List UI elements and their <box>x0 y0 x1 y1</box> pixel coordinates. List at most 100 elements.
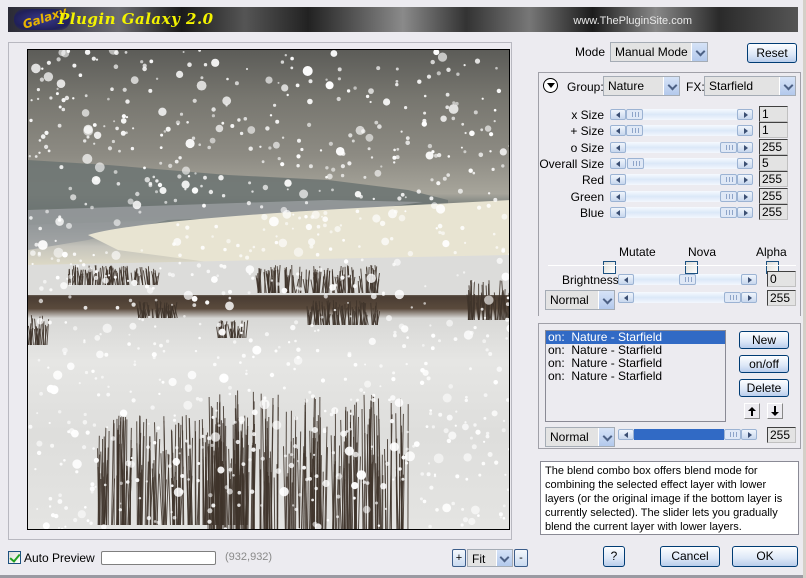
option-label[interactable]: Mutate <box>619 245 656 259</box>
slider-right-arrow-icon[interactable] <box>741 274 757 285</box>
slider-thumb[interactable] <box>720 191 737 202</box>
mode-select[interactable]: Manual Mode <box>610 42 708 62</box>
param-value[interactable]: 255 <box>759 139 788 155</box>
param-slider[interactable] <box>610 191 753 202</box>
slider-right-arrow-icon[interactable] <box>737 158 753 169</box>
cancel-button[interactable]: Cancel <box>660 546 720 567</box>
slider-thumb[interactable] <box>627 158 644 169</box>
slider-left-arrow-icon[interactable] <box>610 207 626 218</box>
help-button[interactable]: ? <box>603 546 625 567</box>
auto-preview-checkbox[interactable] <box>8 551 21 564</box>
chevron-down-icon[interactable] <box>691 43 707 61</box>
slider-fill <box>634 429 724 440</box>
divider <box>548 265 796 266</box>
zoom-select[interactable]: Fit <box>467 549 513 567</box>
auto-preview-label[interactable]: Auto Preview <box>24 551 95 565</box>
slider-left-arrow-icon[interactable] <box>618 292 634 303</box>
param-label: Blue <box>579 206 604 220</box>
group-label: Group: <box>567 80 604 94</box>
param-slider[interactable] <box>610 158 753 169</box>
chevron-down-icon[interactable] <box>598 291 614 309</box>
slider-right-arrow-icon[interactable] <box>737 191 753 202</box>
slider-right-arrow-icon[interactable] <box>741 429 757 440</box>
image-dimensions: (932,932) <box>225 551 273 563</box>
help-text: The blend combo box offers blend mode fo… <box>545 465 783 533</box>
grass-clumps <box>28 264 509 529</box>
brightness-value[interactable]: 0 <box>767 271 796 287</box>
zoom-out-button[interactable]: - <box>514 549 528 567</box>
brightness-slider[interactable] <box>618 274 757 285</box>
param-label: o Size <box>570 141 604 155</box>
chevron-down-icon[interactable] <box>598 428 614 446</box>
option-label[interactable]: Alpha <box>756 245 787 259</box>
param-value[interactable]: 255 <box>759 171 788 187</box>
reset-button[interactable]: Reset <box>747 43 797 63</box>
move-layer-up-icon[interactable] <box>744 403 760 419</box>
slider-right-arrow-icon[interactable] <box>737 207 753 218</box>
group-select[interactable]: Nature <box>603 76 680 96</box>
param-value[interactable]: 5 <box>759 155 788 171</box>
param-value[interactable]: 1 <box>759 122 788 138</box>
website-link[interactable]: www.ThePluginSite.com <box>573 15 692 27</box>
move-layer-down-icon[interactable] <box>767 403 783 419</box>
fx-label: FX: <box>686 80 705 94</box>
slider-thumb[interactable] <box>720 174 737 185</box>
chevron-down-icon[interactable] <box>496 550 512 566</box>
param-slider[interactable] <box>610 174 753 185</box>
slider-left-arrow-icon[interactable] <box>610 142 626 153</box>
slider-left-arrow-icon[interactable] <box>618 429 634 440</box>
param-label: Red <box>581 173 604 187</box>
delete-layer-button[interactable]: Delete <box>739 379 789 397</box>
fx-value: Starfield <box>709 79 754 93</box>
slider-right-arrow-icon[interactable] <box>737 125 753 136</box>
slider-left-arrow-icon[interactable] <box>618 274 634 285</box>
slider-thumb[interactable] <box>720 142 737 153</box>
preview-image[interactable] <box>27 49 510 530</box>
slider-left-arrow-icon[interactable] <box>610 125 626 136</box>
layer-blend-slider[interactable] <box>618 429 757 440</box>
effect-blend-value[interactable]: 255 <box>767 290 796 306</box>
param-value[interactable]: 255 <box>759 204 788 220</box>
param-slider[interactable] <box>610 207 753 218</box>
plugin-banner: Galaxy Plugin Galaxy 2.0 www.ThePluginSi… <box>8 7 798 32</box>
slider-thumb[interactable] <box>626 125 643 136</box>
slider-right-arrow-icon[interactable] <box>737 109 753 120</box>
chevron-down-icon[interactable] <box>663 77 679 95</box>
fx-select[interactable]: Starfield <box>704 76 796 96</box>
slider-right-arrow-icon[interactable] <box>741 292 757 303</box>
param-label: x Size <box>571 108 604 122</box>
slider-thumb[interactable] <box>720 207 737 218</box>
effect-blend-slider[interactable] <box>618 292 757 303</box>
help-text-box: The blend combo box offers blend mode fo… <box>540 461 799 535</box>
param-slider[interactable] <box>610 142 753 153</box>
slider-thumb[interactable] <box>724 292 741 303</box>
mode-label: Mode <box>575 45 606 59</box>
option-label[interactable]: Nova <box>688 245 716 259</box>
layer-item[interactable]: on: Nature - Starfield <box>546 370 725 383</box>
slider-left-arrow-icon[interactable] <box>610 109 626 120</box>
new-layer-button[interactable]: New <box>739 331 789 349</box>
slider-right-arrow-icon[interactable] <box>737 174 753 185</box>
param-slider[interactable] <box>610 109 753 120</box>
layer-blend-mode-select[interactable]: Normal <box>545 427 615 447</box>
zoom-in-button[interactable]: + <box>452 549 466 567</box>
slider-thumb[interactable] <box>724 429 741 440</box>
param-value[interactable]: 255 <box>759 188 788 204</box>
slider-right-arrow-icon[interactable] <box>737 142 753 153</box>
slider-left-arrow-icon[interactable] <box>610 174 626 185</box>
slider-thumb[interactable] <box>626 109 643 120</box>
param-slider[interactable] <box>610 125 753 136</box>
effect-blend-mode-select[interactable]: Normal <box>545 290 615 310</box>
layer-blend-value[interactable]: 255 <box>767 427 796 443</box>
slider-left-arrow-icon[interactable] <box>610 191 626 202</box>
collapse-icon[interactable] <box>543 78 558 93</box>
slider-thumb[interactable] <box>679 274 696 285</box>
param-value[interactable]: 1 <box>759 106 788 122</box>
param-label: Overall Size <box>539 157 604 171</box>
layer-list[interactable]: on: Nature - Starfield on: Nature - Starf… <box>545 330 726 422</box>
ok-button[interactable]: OK <box>732 546 798 567</box>
slider-left-arrow-icon[interactable] <box>610 158 626 169</box>
toggle-layer-button[interactable]: on/off <box>739 355 789 373</box>
chevron-down-icon[interactable] <box>779 77 795 95</box>
option-checkbox-nova[interactable] <box>685 261 698 274</box>
